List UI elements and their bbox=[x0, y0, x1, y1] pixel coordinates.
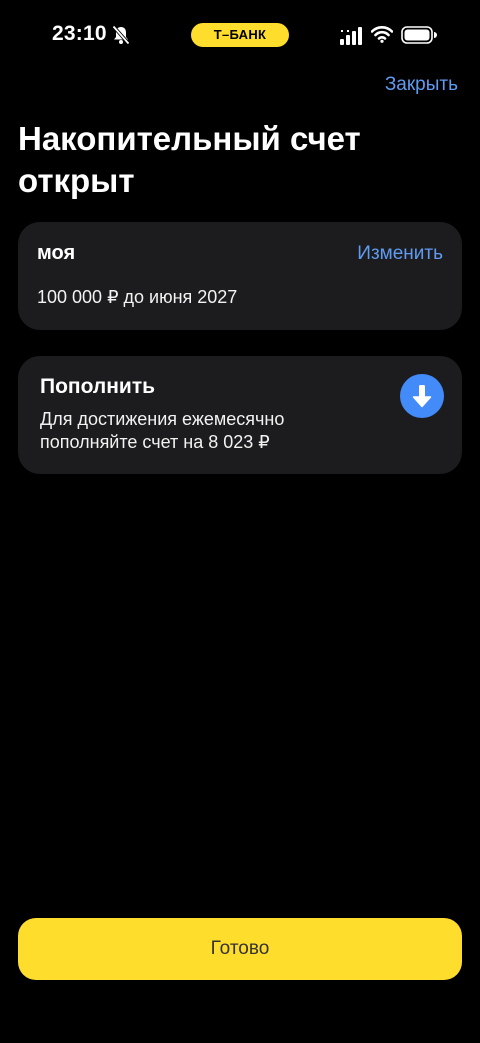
topup-card[interactable]: Пополнить Для достижения ежемесячно попо… bbox=[18, 356, 462, 474]
edit-link[interactable]: Изменить bbox=[357, 243, 443, 265]
brand-pill: Т–БАНК bbox=[191, 23, 289, 47]
arrow-down-icon bbox=[412, 385, 432, 408]
bell-muted-icon bbox=[112, 25, 130, 45]
status-bar: 23:10 Т–БАНК bbox=[0, 0, 480, 70]
goal-card: моя Изменить 100 000 ₽ до июня 2027 bbox=[18, 222, 462, 330]
close-link[interactable]: Закрыть bbox=[385, 74, 458, 96]
topup-description: Для достижения ежемесячно пополняйте сче… bbox=[40, 409, 285, 452]
wifi-icon bbox=[371, 26, 393, 43]
topup-button[interactable] bbox=[400, 374, 444, 418]
goal-amount: 100 000 ₽ до июня 2027 bbox=[37, 287, 238, 307]
cellular-signal-icon bbox=[340, 27, 362, 45]
done-button[interactable]: Готово bbox=[18, 918, 462, 980]
battery-icon bbox=[401, 26, 437, 44]
page-title: Накопительный счет открыт bbox=[18, 120, 361, 199]
topup-title: Пополнить bbox=[40, 375, 156, 398]
goal-name: моя bbox=[37, 242, 76, 264]
status-time: 23:10 bbox=[52, 22, 107, 45]
